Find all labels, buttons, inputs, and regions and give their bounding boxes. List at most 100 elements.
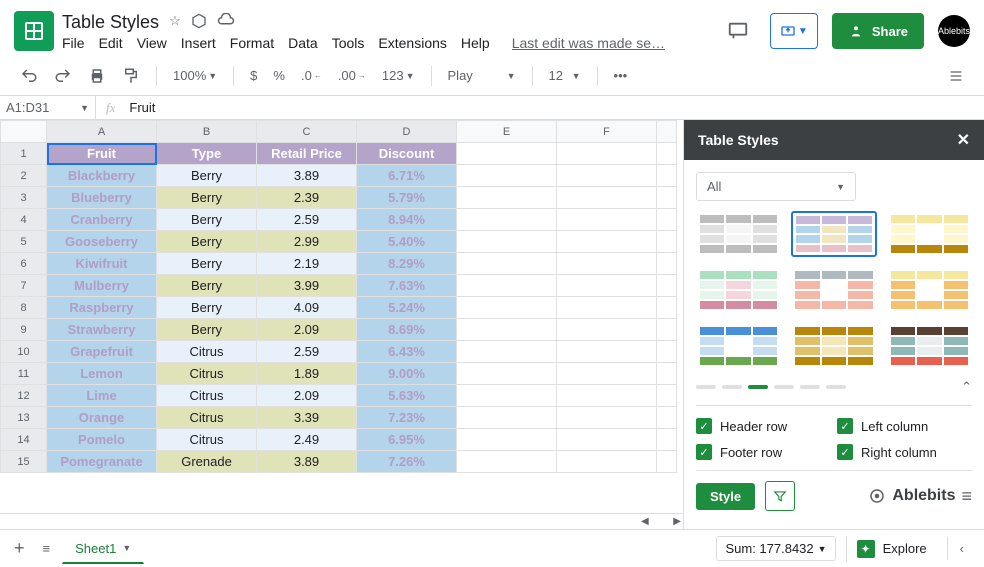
explore-button[interactable]: ✦Explore [846,536,937,562]
menu-help[interactable]: Help [461,35,490,51]
cell[interactable]: 5.79% [357,187,457,209]
cell[interactable] [557,319,657,341]
row-header[interactable]: 8 [1,297,47,319]
cell[interactable]: Retail Price [257,143,357,165]
menu-tools[interactable]: Tools [332,35,365,51]
cell[interactable] [557,143,657,165]
cell[interactable]: Blackberry [47,165,157,187]
menu-view[interactable]: View [137,35,167,51]
cell[interactable] [557,407,657,429]
cell[interactable]: 2.59 [257,341,357,363]
zoom-select[interactable]: 100% ▼ [167,64,223,87]
cell[interactable] [457,187,557,209]
cell[interactable] [657,231,677,253]
filter-button[interactable] [765,481,795,511]
cell[interactable]: Cranberry [47,209,157,231]
select-all-corner[interactable] [1,121,47,143]
col-header[interactable]: D [357,121,457,143]
cell[interactable] [557,165,657,187]
cell[interactable] [657,275,677,297]
scroll-left-icon[interactable]: ◀ [641,516,649,527]
cell[interactable]: Citrus [157,385,257,407]
cell[interactable]: Berry [157,209,257,231]
cell[interactable] [457,209,557,231]
cell[interactable]: Fruit [47,143,157,165]
cell[interactable]: 3.39 [257,407,357,429]
menu-format[interactable]: Format [230,35,274,51]
row-header[interactable]: 11 [1,363,47,385]
row-header[interactable]: 5 [1,231,47,253]
cell[interactable] [457,165,557,187]
cell[interactable]: Berry [157,275,257,297]
row-header[interactable]: 13 [1,407,47,429]
cell[interactable]: Citrus [157,407,257,429]
cell[interactable]: 7.63% [357,275,457,297]
col-header[interactable]: F [557,121,657,143]
cell[interactable]: Lime [47,385,157,407]
hamburger-icon[interactable]: ≡ [961,486,972,507]
cell[interactable] [557,429,657,451]
cell[interactable] [457,297,557,319]
cell[interactable]: Discount [357,143,457,165]
cell[interactable]: Berry [157,297,257,319]
paint-format-button[interactable] [116,63,146,89]
row-header[interactable]: 15 [1,451,47,473]
col-header[interactable] [657,121,677,143]
formula-bar[interactable]: Fruit [125,100,155,115]
cell[interactable] [657,253,677,275]
cell[interactable]: 2.09 [257,385,357,407]
style-template[interactable] [887,323,972,369]
page-dot[interactable] [826,385,846,389]
style-category-select[interactable]: All▼ [696,172,856,201]
quicksum-dropdown[interactable]: Sum: 177.8432▼ [716,536,835,561]
cell[interactable]: 2.49 [257,429,357,451]
sheets-app-icon[interactable] [14,11,54,51]
cell[interactable] [457,407,557,429]
cell[interactable]: Berry [157,187,257,209]
cell[interactable] [557,187,657,209]
style-template[interactable] [791,211,876,257]
cell[interactable] [557,231,657,253]
present-button[interactable]: ▼ [770,13,818,49]
add-sheet-button[interactable]: + [8,532,31,565]
cell[interactable] [457,341,557,363]
chevron-up-icon[interactable]: ⌃ [961,379,972,395]
menu-data[interactable]: Data [288,35,318,51]
row-header[interactable]: 7 [1,275,47,297]
document-title[interactable]: Table Styles [62,12,159,33]
print-button[interactable] [82,63,112,89]
cell[interactable] [657,385,677,407]
cell[interactable]: Citrus [157,363,257,385]
last-edit-link[interactable]: Last edit was made se… [512,35,665,51]
cell[interactable]: 5.40% [357,231,457,253]
cell[interactable]: 2.09 [257,319,357,341]
check-left-column[interactable]: ✓Left column [837,418,972,434]
share-button[interactable]: Share [832,13,924,49]
cell[interactable]: 8.69% [357,319,457,341]
cell[interactable]: Citrus [157,341,257,363]
cell[interactable]: 4.09 [257,297,357,319]
cell[interactable] [457,385,557,407]
font-size-select[interactable]: 12 ▼ [543,64,587,87]
cell[interactable] [457,253,557,275]
page-dot[interactable] [722,385,742,389]
col-header[interactable]: B [157,121,257,143]
cell[interactable]: 1.89 [257,363,357,385]
cell[interactable] [557,275,657,297]
cell[interactable] [557,451,657,473]
cell[interactable]: 2.99 [257,231,357,253]
currency-button[interactable]: $ [244,64,263,87]
comments-icon[interactable] [720,13,756,49]
cell[interactable]: Berry [157,231,257,253]
cell[interactable]: 8.29% [357,253,457,275]
cell[interactable]: 2.19 [257,253,357,275]
cell[interactable]: 3.89 [257,451,357,473]
cell[interactable]: Lemon [47,363,157,385]
cell[interactable] [457,319,557,341]
cell[interactable] [657,297,677,319]
more-formats-button[interactable]: 123 ▼ [376,64,421,87]
cell[interactable] [457,363,557,385]
cell[interactable] [657,143,677,165]
style-template[interactable] [887,211,972,257]
cell[interactable]: 7.23% [357,407,457,429]
